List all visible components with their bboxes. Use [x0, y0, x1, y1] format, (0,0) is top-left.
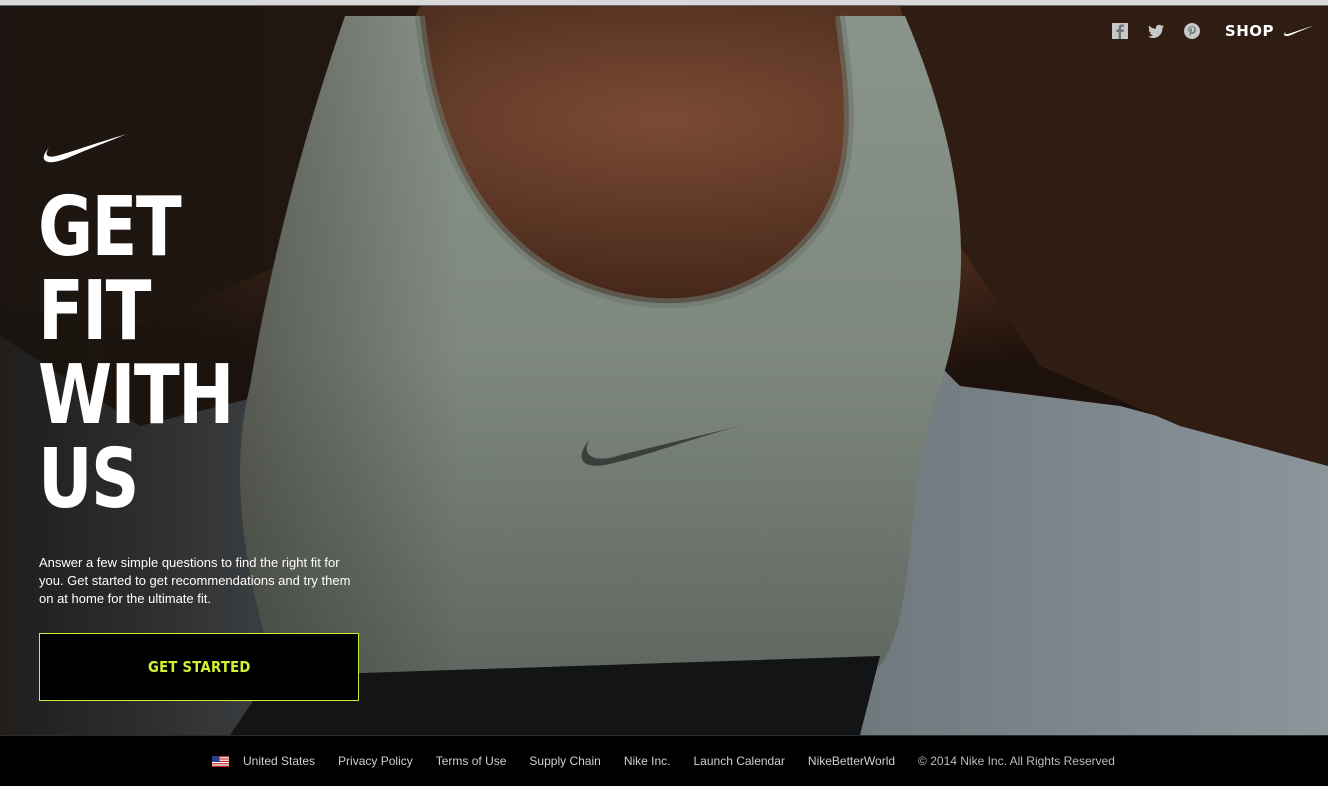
- shop-label: SHOP: [1224, 22, 1274, 40]
- headline-line: US: [38, 432, 139, 527]
- hero-headline: GET FIT WITH US: [38, 186, 398, 522]
- facebook-icon[interactable]: [1111, 22, 1129, 40]
- intro-text: Answer a few simple questions to find th…: [39, 555, 351, 606]
- headline-line: FIT: [38, 264, 152, 359]
- nike-swoosh-icon: [43, 134, 128, 163]
- copyright-text: © 2014 Nike Inc. All Rights Reserved: [918, 754, 1115, 768]
- footer-link-terms[interactable]: Terms of Use: [436, 754, 507, 768]
- footer: United States Privacy Policy Terms of Us…: [0, 735, 1328, 786]
- footer-link-supply-chain[interactable]: Supply Chain: [529, 754, 600, 768]
- hero-section: SHOP GET FIT WITH US Answer a few simple…: [0, 6, 1328, 735]
- footer-link-privacy[interactable]: Privacy Policy: [338, 754, 413, 768]
- get-started-label: GET STARTED: [147, 658, 251, 676]
- nike-swoosh-icon: [1284, 26, 1313, 37]
- footer-link-nike-better-world[interactable]: NikeBetterWorld: [808, 754, 895, 768]
- pinterest-icon[interactable]: [1183, 22, 1201, 40]
- footer-link-nike-inc[interactable]: Nike Inc.: [624, 754, 671, 768]
- twitter-icon[interactable]: [1147, 22, 1165, 40]
- get-started-button[interactable]: GET STARTED: [39, 633, 359, 701]
- footer-links: United States Privacy Policy Terms of Us…: [212, 736, 1115, 786]
- headline-line: WITH: [38, 348, 234, 443]
- headline-line: GET: [38, 180, 182, 275]
- us-flag-icon: [212, 755, 229, 767]
- shop-link[interactable]: SHOP: [1225, 22, 1314, 40]
- footer-link-country[interactable]: United States: [243, 754, 315, 768]
- footer-link-launch-calendar[interactable]: Launch Calendar: [694, 754, 785, 768]
- top-navigation: SHOP: [1111, 20, 1314, 42]
